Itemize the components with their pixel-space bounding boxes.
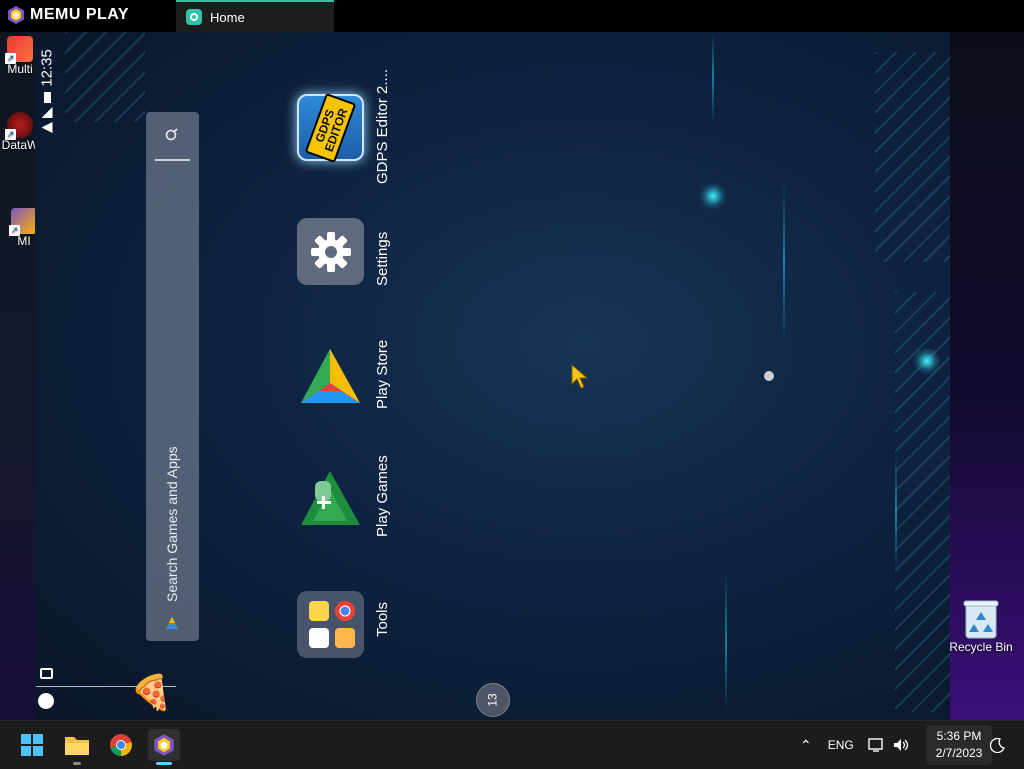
app-tools[interactable]: Tools [297, 591, 407, 691]
play-store-icon [297, 343, 364, 410]
memu-icon [154, 734, 174, 756]
wallpaper-beam [725, 572, 727, 712]
home-button[interactable] [38, 693, 54, 709]
status-icons [39, 92, 55, 148]
search-divider [155, 159, 190, 161]
desktop-icon-multi[interactable]: ↗ Multi [4, 36, 36, 76]
status-time: 12:35 [38, 49, 56, 87]
language-indicator[interactable]: ENG [828, 738, 854, 752]
focus-assist-icon[interactable] [990, 737, 1006, 753]
show-hidden-icons-icon[interactable]: ⌃ [800, 737, 812, 754]
wallpaper-glow [699, 182, 727, 210]
search-bar[interactable]: Search Games and Apps [146, 112, 199, 641]
running-indicator [156, 762, 172, 765]
chrome-button[interactable] [105, 729, 137, 761]
taskbar-date: 2/7/2023 [935, 746, 983, 760]
app-label: Settings [374, 231, 391, 286]
home-tab-icon [186, 9, 202, 25]
recycle-bin[interactable]: Recycle Bin [946, 598, 1016, 654]
running-indicator [73, 762, 81, 765]
wallpaper-stripes [65, 32, 145, 122]
play-store-mini-icon [166, 617, 178, 629]
desktop-icon-dataw[interactable]: ↗ DataW [2, 112, 38, 152]
wallpaper-stripes [875, 52, 950, 262]
taskbar-time: 5:36 PM [936, 729, 982, 743]
app-label: Tools [374, 601, 391, 637]
desktop-icon-label: Multi [7, 62, 33, 76]
memu-logo: MEMU PLAY [6, 5, 129, 25]
start-button[interactable] [16, 729, 48, 761]
notes-mini-icon [335, 627, 355, 648]
gear-icon [297, 218, 364, 285]
gdps-editor-icon: GDPS EDITOR [297, 92, 364, 163]
tab-home[interactable]: Home [176, 0, 334, 32]
recent-apps-button[interactable] [40, 668, 53, 679]
wifi-icon [41, 122, 53, 133]
emulator-brand: MEMU PLAY [30, 6, 130, 23]
app-label: Play Store [374, 339, 391, 409]
signal-icon [41, 107, 53, 118]
desktop-icon-label: DataW [1, 138, 39, 152]
file-explorer-button[interactable] [61, 729, 93, 765]
google-mini-icon [309, 627, 329, 648]
emulator-title-bar: MEMU PLAY Home [0, 0, 1024, 32]
dataw-app-icon: ↗ [5, 112, 33, 140]
wallpaper-glow [913, 347, 941, 375]
volume-icon[interactable] [892, 737, 910, 753]
memu-multi-icon: ↗ [9, 208, 37, 236]
recycle-bin-icon [963, 600, 999, 639]
recycle-bin-label: Recycle Bin [949, 640, 1013, 654]
wallpaper-beam [783, 182, 785, 342]
desktop-icon-label: MI [17, 234, 31, 248]
wallpaper-beam [712, 32, 714, 122]
chrome-mini-icon [335, 601, 355, 621]
gdps-editor-logo-text: GDPS EDITOR [304, 92, 357, 163]
page-indicator[interactable]: 13 [476, 683, 510, 717]
chrome-icon [110, 734, 132, 756]
system-tray: ⌃ ENG [800, 721, 910, 769]
tab-home-label: Home [210, 9, 245, 25]
mini-app-icon [309, 601, 329, 621]
pizza-icon[interactable]: 🍕 [130, 673, 172, 713]
wallpaper-beam [895, 452, 897, 572]
mouse-cursor-icon [571, 364, 589, 389]
taskbar-clock[interactable]: 5:36 PM 2/7/2023 [926, 725, 992, 765]
memu-hex-icon [8, 6, 24, 24]
wallpaper-dot [764, 371, 774, 381]
file-explorer-icon [65, 737, 89, 755]
multi-app-icon: ↗ [5, 36, 33, 64]
search-icon[interactable] [163, 126, 181, 144]
start-icon [21, 734, 43, 756]
search-placeholder[interactable]: Search Games and Apps [146, 172, 199, 612]
play-games-icon [297, 467, 364, 534]
battery-icon [43, 92, 51, 103]
taskbar: ⌃ ENG 5:36 PM 2/7/2023 [0, 720, 1024, 769]
network-icon[interactable] [868, 737, 886, 753]
folder-icon [297, 591, 364, 658]
memu-taskbar-button[interactable] [148, 729, 180, 765]
